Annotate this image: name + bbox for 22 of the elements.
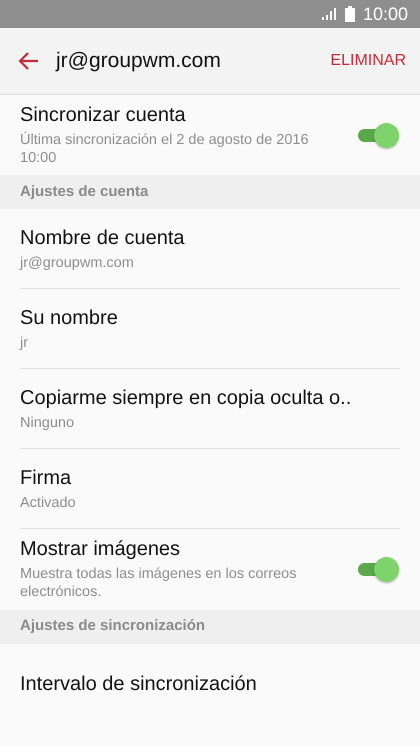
setting-subtitle: jr@groupwm.com [20, 254, 135, 272]
setting-title[interactable]: Firma [20, 466, 400, 490]
header-title: jr@groupwm.com [56, 48, 222, 74]
battery-icon [344, 6, 355, 22]
setting-title[interactable]: Sincronizar cuenta [20, 103, 340, 127]
status-time: 10:00 [362, 2, 408, 26]
setting-subtitle: jr [20, 334, 30, 352]
section-header: Ajustes de cuenta [20, 182, 148, 202]
section-header: Ajustes de sincronización [20, 616, 206, 636]
setting-title[interactable]: Mostrar imágenes [20, 537, 340, 562]
toggle-switch[interactable] [356, 121, 400, 150]
delete-button[interactable]: ELIMINAR [330, 49, 406, 73]
setting-title[interactable]: Intervalo de sincronización [20, 672, 400, 696]
setting-subtitle: Activado [20, 494, 77, 512]
setting-subtitle: Ninguno [20, 414, 76, 432]
setting-title[interactable]: Nombre de cuenta [20, 226, 400, 250]
signal-icon [320, 7, 337, 21]
setting-title[interactable]: Copiarme siempre en copia oculta o.. [20, 386, 400, 410]
setting-subtitle: Última sincronización el 2 de agosto de 2016 10:00 [20, 131, 310, 168]
setting-subtitle: Muestra todas las imágenes en los correos electrónicos. [20, 565, 298, 602]
setting-title[interactable]: Su nombre [20, 306, 400, 330]
toggle-switch[interactable] [356, 555, 400, 584]
